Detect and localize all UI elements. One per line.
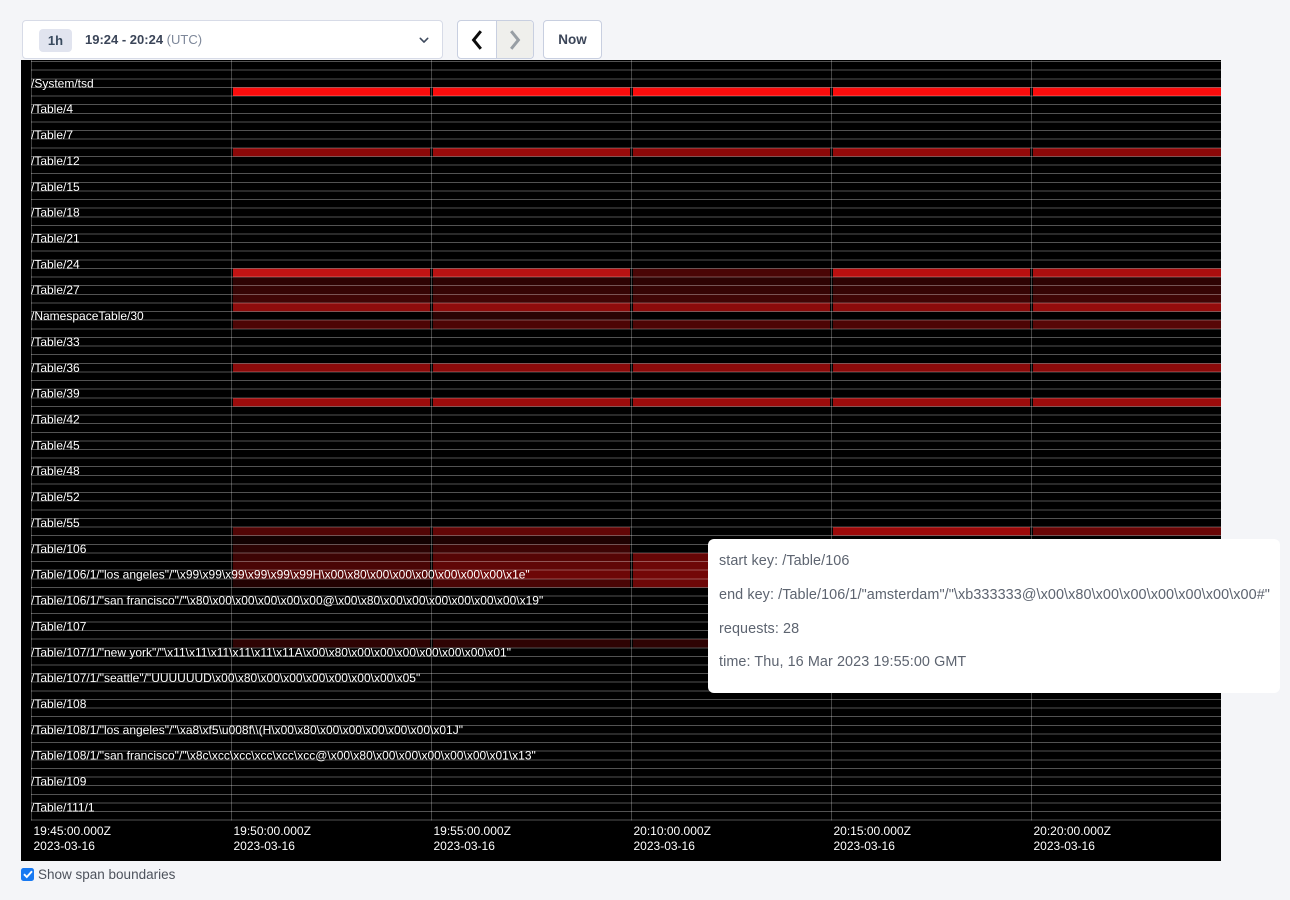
svg-text:/Table/55: /Table/55 — [31, 516, 80, 530]
svg-text:/Table/108: /Table/108 — [31, 697, 87, 711]
svg-text:/Table/107/1/"seattle"/"UUUUUU: /Table/107/1/"seattle"/"UUUUUUD\x00\x80\… — [31, 671, 420, 685]
svg-text:/Table/108/1/"los angeles"/"\x: /Table/108/1/"los angeles"/"\xa8\xf5\u00… — [31, 723, 463, 737]
svg-text:/Table/48: /Table/48 — [31, 464, 80, 478]
svg-text:2023-03-16: 2023-03-16 — [34, 839, 96, 853]
svg-text:/Table/45: /Table/45 — [31, 438, 80, 452]
svg-text:/Table/52: /Table/52 — [31, 490, 80, 504]
svg-text:/Table/36: /Table/36 — [31, 361, 80, 375]
svg-text:20:20:00.000Z: 20:20:00.000Z — [1034, 824, 1111, 838]
svg-text:20:15:00.000Z: 20:15:00.000Z — [834, 824, 911, 838]
svg-text:/Table/106/1/"san francisco"/": /Table/106/1/"san francisco"/"\x80\x00\x… — [31, 594, 543, 608]
svg-text:/Table/12: /Table/12 — [31, 154, 80, 168]
svg-text:/Table/18: /Table/18 — [31, 206, 80, 220]
svg-text:2023-03-16: 2023-03-16 — [1034, 839, 1096, 853]
svg-text:/Table/107: /Table/107 — [31, 619, 87, 633]
svg-text:2023-03-16: 2023-03-16 — [234, 839, 296, 853]
svg-text:/Table/21: /Table/21 — [31, 232, 80, 246]
svg-text:19:50:00.000Z: 19:50:00.000Z — [234, 824, 311, 838]
svg-text:/Table/24: /Table/24 — [31, 257, 80, 271]
svg-text:/Table/4: /Table/4 — [31, 102, 73, 116]
svg-text:/Table/27: /Table/27 — [31, 283, 80, 297]
svg-text:2023-03-16: 2023-03-16 — [434, 839, 496, 853]
svg-text:2023-03-16: 2023-03-16 — [634, 839, 696, 853]
svg-text:/System/tsd: /System/tsd — [31, 76, 94, 90]
svg-text:/Table/39: /Table/39 — [31, 387, 80, 401]
svg-text:/NamespaceTable/30: /NamespaceTable/30 — [31, 309, 144, 323]
svg-text:/Table/108/1/"san francisco"/": /Table/108/1/"san francisco"/"\x8c\xcc\x… — [31, 749, 536, 763]
svg-text:20:10:00.000Z: 20:10:00.000Z — [634, 824, 711, 838]
svg-text:19:55:00.000Z: 19:55:00.000Z — [434, 824, 511, 838]
svg-text:19:45:00.000Z: 19:45:00.000Z — [34, 824, 111, 838]
svg-text:/Table/7: /Table/7 — [31, 128, 73, 142]
svg-text:/Table/106: /Table/106 — [31, 542, 87, 556]
svg-text:/Table/33: /Table/33 — [31, 335, 80, 349]
svg-text:2023-03-16: 2023-03-16 — [834, 839, 896, 853]
svg-text:/Table/42: /Table/42 — [31, 413, 80, 427]
svg-text:/Table/111/1: /Table/111/1 — [31, 800, 95, 814]
svg-text:/Table/109: /Table/109 — [31, 775, 87, 789]
svg-text:/Table/15: /Table/15 — [31, 180, 80, 194]
svg-text:/Table/107/1/"new york"/"\x11\: /Table/107/1/"new york"/"\x11\x11\x11\x1… — [31, 645, 511, 659]
svg-text:/Table/106/1/"los angeles"/"\x: /Table/106/1/"los angeles"/"\x99\x99\x99… — [31, 568, 530, 582]
